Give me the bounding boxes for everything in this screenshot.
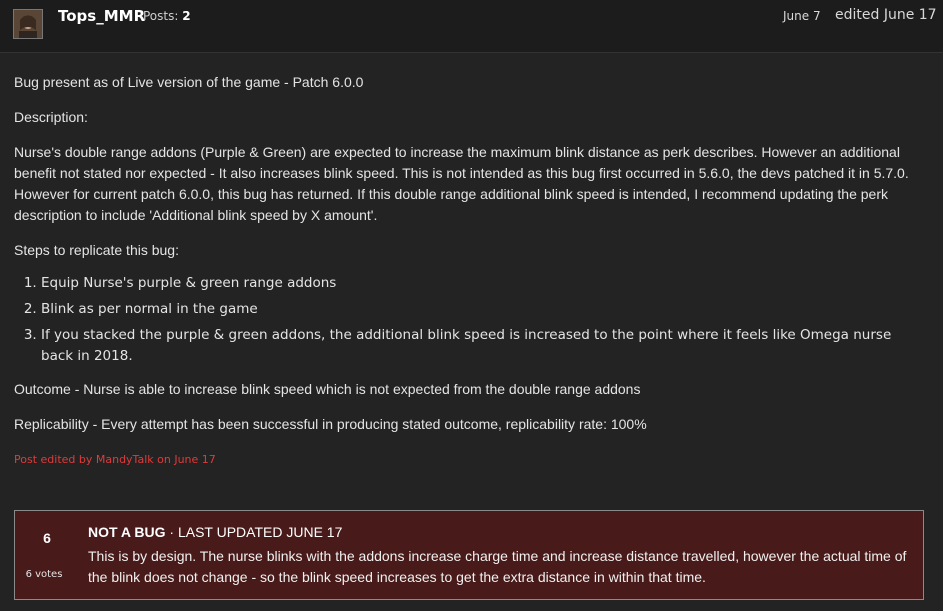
posts-label: Posts: xyxy=(143,9,179,23)
paragraph: Steps to replicate this bug: xyxy=(14,242,179,258)
status-title: NOT A BUG · LAST UPDATED JUNE 17 xyxy=(88,524,342,540)
list-item: Equip Nurse's purple & green range addon… xyxy=(41,273,919,294)
post-body: Bug present as of Live version of the ga… xyxy=(14,72,919,470)
paragraph: Nurse's double range addons (Purple & Gr… xyxy=(14,144,909,223)
status-box: 6 6 votes NOT A BUG · LAST UPDATED JUNE … xyxy=(14,510,924,600)
post-date[interactable]: June 7 xyxy=(783,9,821,23)
list-item: If you stacked the purple & green addons… xyxy=(41,325,919,367)
posts-count-value: 2 xyxy=(182,9,191,23)
status-label: NOT A BUG xyxy=(88,524,166,540)
avatar[interactable] xyxy=(13,9,43,39)
paragraph: Description: xyxy=(14,109,88,125)
status-text: This is by design. The nurse blinks with… xyxy=(88,548,907,585)
post-count: Posts: 2 xyxy=(143,9,191,23)
author-name[interactable]: Tops_MMR xyxy=(58,7,145,25)
list-item: Blink as per normal in the game xyxy=(41,299,919,320)
vote-label: 6 votes xyxy=(25,569,63,580)
paragraph: Replicability - Every attempt has been s… xyxy=(14,416,647,432)
edit-note: Post edited by MandyTalk on June 17 xyxy=(14,453,216,466)
post-header: Tops_MMR Posts: 2 June 7 edited June 17 xyxy=(0,0,943,53)
edited-date: edited June 17 xyxy=(835,7,937,23)
steps-list: Equip Nurse's purple & green range addon… xyxy=(14,273,919,367)
vote-count[interactable]: 6 xyxy=(15,530,79,546)
paragraph: Bug present as of Live version of the ga… xyxy=(14,74,364,90)
avatar-image-icon xyxy=(14,10,42,38)
paragraph: Outcome - Nurse is able to increase blin… xyxy=(14,381,641,397)
status-updated: · LAST UPDATED JUNE 17 xyxy=(165,524,343,540)
